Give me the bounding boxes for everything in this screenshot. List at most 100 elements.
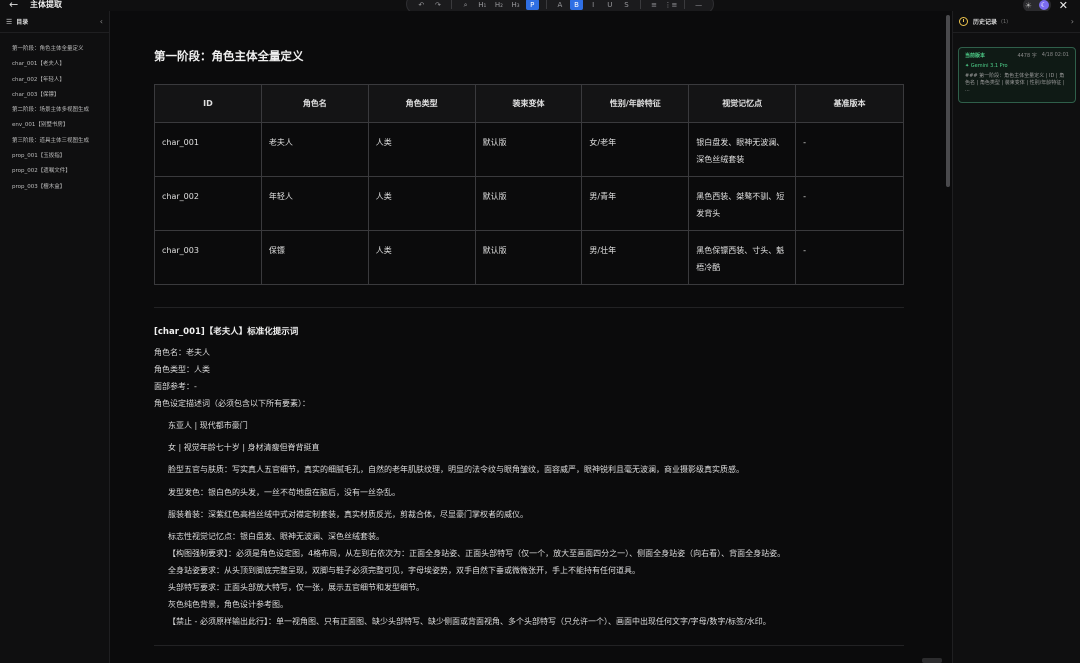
version-meta: 当前版本 4478 字 4/18 02:01 xyxy=(965,52,1069,59)
role-table: ID 角色名 角色类型 装束变体 性别/年龄特征 视觉记忆点 基准版本 char… xyxy=(154,84,904,285)
history-count: (1) xyxy=(1001,18,1009,25)
toc-item[interactable]: prop_002【遗嘱文件】 xyxy=(0,167,109,182)
sun-icon: ☀ xyxy=(1024,0,1032,10)
clock-icon xyxy=(959,17,968,26)
heading3-button[interactable]: H₃ xyxy=(509,0,522,10)
chevron-left-icon[interactable]: ‹ xyxy=(100,17,103,26)
toolbar-divider xyxy=(684,0,686,9)
toc-item[interactable]: char_001【老夫人】 xyxy=(0,60,109,75)
version-card[interactable]: 当前版本 4478 字 4/18 02:01 ✦ Gemini 3.1 Pro … xyxy=(958,47,1076,103)
search-icon[interactable]: ⌕ xyxy=(459,0,472,10)
table-cell[interactable]: char_002 xyxy=(154,176,262,231)
redo-icon[interactable]: ↷ xyxy=(432,0,445,10)
editor-scrollbar[interactable] xyxy=(946,15,950,187)
prompt-line: 标志性视觉记忆点：银白盘发、眼神无波澜、深色丝绒套装。 xyxy=(168,532,384,541)
history-panel: 历史记录 (1) › 当前版本 4478 字 4/18 02:01 ✦ Gemi… xyxy=(952,11,1080,663)
toc-item[interactable]: 第一阶段：角色主体全量定义 xyxy=(0,45,109,60)
table-row: char_003 保镖 人类 默认版 男/壮年 黑色保镖西装、寸头、魁梧冷酷 - xyxy=(154,230,904,285)
section-divider xyxy=(154,307,904,308)
table-cell[interactable]: 男/壮年 xyxy=(581,230,690,285)
table-cell[interactable]: - xyxy=(795,176,904,231)
heading2-button[interactable]: H₂ xyxy=(493,0,506,10)
model-name: Gemini 3.1 Pro xyxy=(970,63,1008,69)
page-heading: 第一阶段：角色主体全量定义 xyxy=(154,49,304,63)
prompt-line: 头部特写要求：正面头部放大特写，仅一张，展示五官细节和发型细节。 xyxy=(168,583,424,592)
toc-item[interactable]: char_003【保镖】 xyxy=(0,91,109,106)
sidebar-title: 目录 xyxy=(16,19,29,26)
toolbar-divider xyxy=(545,0,547,9)
toc-item[interactable]: prop_003【檀木盒】 xyxy=(0,183,109,198)
table-cell[interactable]: 黑色西装、桀骜不驯、短发背头 xyxy=(688,176,797,231)
prompt-line: 脸型五官与肤质：写实真人五官细节，真实的细腻毛孔，自然的老年肌肤纹理，明显的法令… xyxy=(168,465,744,474)
table-cell[interactable]: 黑色保镖西装、寸头、魁梧冷酷 xyxy=(688,230,797,285)
undo-icon[interactable]: ↶ xyxy=(415,0,428,10)
version-label: 当前版本 xyxy=(965,53,986,59)
table-cell[interactable]: 男/青年 xyxy=(581,176,690,231)
prompt-line: 女 | 视觉年龄七十岁 | 身材清瘦但脊背挺直 xyxy=(168,443,320,452)
back-arrow-icon[interactable]: ← xyxy=(9,0,18,11)
toc-item[interactable]: 第三阶段：道具主体三视图生成 xyxy=(0,137,109,152)
toc-list: 第一阶段：角色主体全量定义 char_001【老夫人】 char_002【年轻人… xyxy=(0,33,109,198)
toolbar-divider xyxy=(451,0,453,9)
close-icon[interactable]: ✕ xyxy=(1059,0,1068,12)
horizontal-rule-icon[interactable]: — xyxy=(692,0,705,10)
toc-item[interactable]: env_001【别墅书房】 xyxy=(0,121,109,136)
table-cell[interactable]: char_001 xyxy=(154,122,262,177)
chevron-right-icon[interactable]: › xyxy=(1071,17,1074,26)
table-cell[interactable]: 默认版 xyxy=(474,176,583,231)
list-icon: ☰ xyxy=(6,17,13,26)
table-cell[interactable]: 人类 xyxy=(367,230,476,285)
prompt-line: 【构图强制要求】：必须是角色设定图，4格布局，从左到右依次为：正面全身站姿、正面… xyxy=(168,549,786,558)
table-row: char_001 老夫人 人类 默认版 女/老年 银白盘发、眼神无波澜、深色丝绒… xyxy=(154,122,904,177)
table-cell[interactable]: - xyxy=(795,122,904,177)
table-cell[interactable]: 人类 xyxy=(367,122,476,177)
prompt-line: 灰色纯色背景，角色设计参考图。 xyxy=(168,600,288,609)
table-header-cell: 角色类型 xyxy=(367,84,476,123)
table-cell[interactable]: char_003 xyxy=(154,230,262,285)
version-time: 4/18 02:01 xyxy=(1041,52,1069,58)
italic-button[interactable]: I xyxy=(587,0,600,10)
paragraph-button[interactable]: P xyxy=(525,0,539,10)
toc-item[interactable]: 第二阶段：场景主体多视图生成 xyxy=(0,106,109,121)
prompt-line: 服装着装：深紫红色高档丝绒中式对襟定制套装，真实材质反光，剪裁合体，尽显豪门掌权… xyxy=(168,510,528,519)
heading1-button[interactable]: H₁ xyxy=(476,0,489,10)
table-header-cell: 装束变体 xyxy=(474,84,583,123)
toc-item[interactable]: prop_001【玉扳指】 xyxy=(0,152,109,167)
table-cell[interactable]: 默认版 xyxy=(474,122,583,177)
numbered-list-icon[interactable]: ⋮≡ xyxy=(664,0,677,10)
bullet-list-icon[interactable]: ≡ xyxy=(648,0,661,10)
table-header-row: ID 角色名 角色类型 装束变体 性别/年龄特征 视觉记忆点 基准版本 xyxy=(154,84,904,123)
version-model: ✦ Gemini 3.1 Pro xyxy=(965,63,1008,69)
prompt-line: 面部参考：- xyxy=(154,382,197,391)
prompt-line: 角色设定描述词（必须包含以下所有要素）： xyxy=(154,399,310,408)
scroll-to-bottom-handle[interactable] xyxy=(922,658,942,663)
table-cell[interactable]: - xyxy=(795,230,904,285)
prompt-line: 角色名：老夫人 xyxy=(154,348,210,357)
table-row: char_002 年轻人 人类 默认版 男/青年 黑色西装、桀骜不驯、短发背头 … xyxy=(154,176,904,231)
table-cell[interactable]: 保镖 xyxy=(260,230,369,285)
text-color-icon[interactable]: A xyxy=(554,0,567,10)
version-preview: ### 第一阶段：角色主体全量定义 | ID | 角色名 | 角色类型 | 装束… xyxy=(965,73,1065,93)
history-header: 历史记录 (1) › xyxy=(953,11,1080,33)
table-header-cell: ID xyxy=(154,84,262,123)
document-title: 主体提取 xyxy=(30,0,62,9)
sidebar-header: ☰ 目录 ‹ xyxy=(0,11,109,33)
toc-item[interactable]: char_002【年轻人】 xyxy=(0,76,109,91)
table-cell[interactable]: 年轻人 xyxy=(260,176,369,231)
table-cell[interactable]: 银白盘发、眼神无波澜、深色丝绒套装 xyxy=(688,122,797,177)
table-header-cell: 性别/年龄特征 xyxy=(581,84,690,123)
moon-icon: ☾ xyxy=(1038,0,1049,10)
table-cell[interactable]: 默认版 xyxy=(474,230,583,285)
prompt-line: 【禁止 - 必须原样输出此行】：单一视角图、只有正面图、缺少头部特写、缺少侧面或… xyxy=(168,617,771,626)
bold-button[interactable]: B xyxy=(570,0,583,10)
table-cell[interactable]: 人类 xyxy=(367,176,476,231)
strikethrough-button[interactable]: S xyxy=(620,0,633,10)
prompt-line: 发型发色：银白色的头发，一丝不苟地盘在脑后，没有一丝杂乱。 xyxy=(168,488,400,497)
table-cell[interactable]: 老夫人 xyxy=(260,122,369,177)
underline-button[interactable]: U xyxy=(604,0,617,10)
prompt-line: 东亚人 | 现代都市豪门 xyxy=(168,421,248,430)
editor-content[interactable]: 第一阶段：角色主体全量定义 ID 角色名 角色类型 装束变体 性别/年龄特征 视… xyxy=(111,11,944,663)
table-cell[interactable]: 女/老年 xyxy=(581,122,690,177)
table-header-cell: 基准版本 xyxy=(795,84,904,123)
section-title: [char_001]【老夫人】标准化提示词 xyxy=(154,327,299,337)
